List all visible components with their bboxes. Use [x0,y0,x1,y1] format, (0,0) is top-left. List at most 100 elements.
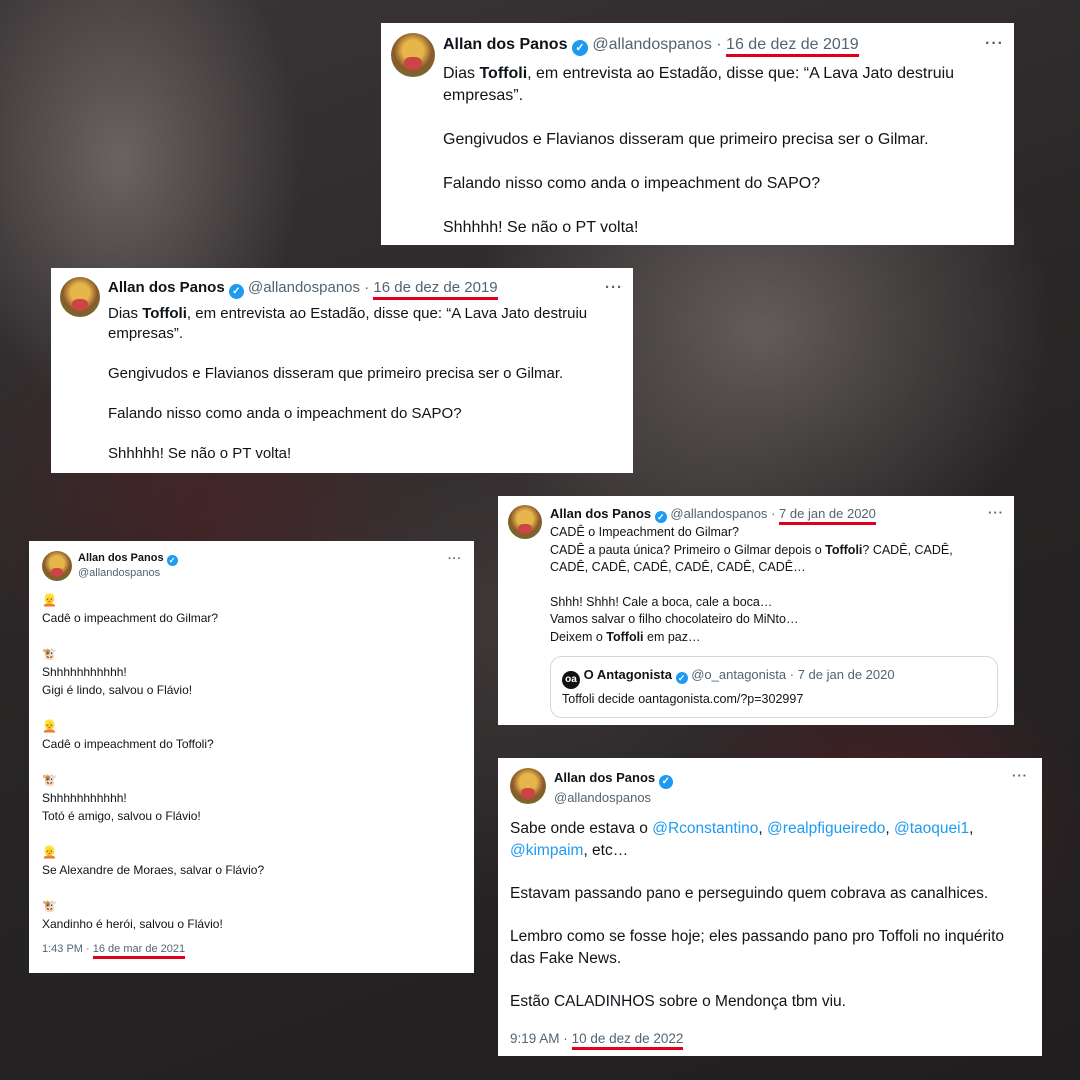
author-name[interactable]: Allan dos Panos [108,279,225,296]
tweet-header: Allan dos Panos ✓ @allandospanos · 7 de … [550,506,876,525]
tweet-date[interactable]: 7 de jan de 2020 [779,506,876,525]
tweet-time[interactable]: 9:19 AM [510,1031,560,1046]
text: CADÊ, CADÊ, CADÊ, CADÊ, CADÊ, CADÊ… [550,560,806,574]
author-name[interactable]: Allan dos Panos [554,770,655,785]
text: Shhhhhhhhhhh! [42,665,127,679]
tweet-card[interactable]: Allan dos Panos ✓ @allandospanos · 16 de… [381,23,1014,245]
tweet-date[interactable]: 16 de dez de 2019 [726,36,859,57]
tweet-date[interactable]: 10 de dez de 2022 [571,1031,684,1050]
verified-badge-icon: ✓ [166,555,178,566]
tweet-card[interactable]: Allan dos Panos ✓ @allandospanos · 7 de … [498,496,1014,725]
quoted-author-handle[interactable]: @o_antagonista [691,667,786,682]
tweet-text: 👱 Cadê o impeachment do Gilmar? 🐮 Shhhhh… [42,591,462,933]
more-options-icon[interactable]: ··· [988,505,1004,520]
verified-badge-icon: ✓ [228,284,244,299]
author-name[interactable]: Allan dos Panos [443,36,567,53]
tweet-text: Dias Toffoli, em entrevista ao Estadão, … [108,304,623,464]
text: Se Alexandre de Moraes, salvar o Flávio? [42,863,265,877]
tweet-card[interactable]: Allan dos Panos ✓ @allandospanos ··· 👱 C… [29,541,474,973]
text: das Fake News. [510,950,622,967]
more-options-icon[interactable]: ··· [985,35,1004,53]
cow-face-emoji-icon: 🐮 [42,773,57,787]
text: CADÊ o Impeachment do Gilmar? [550,525,739,539]
verified-badge-icon: ✓ [658,775,673,789]
bold-text: Toffoli [142,305,187,322]
tweet-text: CADÊ o Impeachment do Gilmar? CADÊ a pau… [550,524,1005,646]
mention-link[interactable]: @taoquei1 [894,820,969,837]
avatar[interactable] [42,551,72,581]
text: Cadê o impeachment do Gilmar? [42,611,219,625]
text: Estão CALADINHOS sobre o Mendonça tbm vi… [510,993,846,1010]
text: Shhhhh! Se não o PT volta! [443,219,639,236]
text: Dias [443,65,480,82]
more-options-icon[interactable]: ··· [605,279,623,296]
cow-face-emoji-icon: 🐮 [42,647,57,661]
author-handle[interactable]: @allandospanos [248,279,360,296]
tweet-date[interactable]: 16 de mar de 2021 [92,943,186,959]
text: ? CADÊ, CADÊ, [862,542,953,557]
bold-text: Toffoli [606,629,644,644]
tweet-card[interactable]: Allan dos Panos ✓ @allandospanos · 16 de… [51,268,633,473]
verified-badge-icon: ✓ [675,672,688,684]
tweet-text: Sabe onde estava o @Rconstantino, @realp… [510,818,1030,1013]
tweet-card[interactable]: Allan dos Panos ✓ @allandospanos ··· Sab… [498,758,1042,1056]
avatar[interactable] [391,33,435,77]
text: Deixem o [550,629,607,644]
text: Totó é amigo, salvou o Flávio! [42,809,201,823]
text: CADÊ a pauta única? Primeiro o Gilmar de… [550,542,826,557]
mention-link[interactable]: @kimpaim [510,842,583,859]
text: , [885,820,894,837]
text: , em entrevista ao Estadão, disse que: “… [186,305,588,322]
more-options-icon[interactable]: ··· [1012,768,1028,783]
verified-badge-icon: ✓ [654,511,667,523]
avatar[interactable] [510,768,546,804]
text: Vamos salvar o filho chocolateiro do MiN… [550,612,799,626]
mention-link[interactable]: @Rconstantino [652,820,758,837]
text: em paz… [643,629,701,644]
avatar[interactable] [60,277,100,317]
avatar[interactable] [508,505,542,539]
bold-text: Toffoli [825,542,863,557]
quoted-tweet[interactable]: oa O Antagonista ✓ @o_antagonista · 7 de… [550,656,998,718]
text: , em entrevista ao Estadão, disse que: “… [527,65,955,82]
tweet-header: Allan dos Panos ✓ @allandospanos · 16 de… [108,279,498,300]
blond-person-emoji-icon: 👱 [42,593,57,607]
separator: · [771,506,776,521]
author-handle[interactable]: @allandospanos [554,789,673,807]
bold-text: Toffoli [479,65,528,82]
blond-person-emoji-icon: 👱 [42,719,57,733]
text: Shhh! Shhh! Cale a boca, cale a boca… [550,594,773,609]
author-name[interactable]: Allan dos Panos [78,552,164,564]
separator: · [364,279,370,296]
text: Gigi é lindo, salvou o Flávio! [42,683,193,697]
author-handle[interactable]: @allandospanos [670,506,767,521]
text: empresas”. [443,87,524,104]
author-handle[interactable]: @allandospanos [78,566,178,580]
tweet-timestamp: 1:43 PM · 16 de mar de 2021 [42,943,186,959]
tweet-header: Allan dos Panos ✓ @allandospanos · 16 de… [443,36,859,57]
text: Dias [108,305,143,322]
tweet-time[interactable]: 1:43 PM [42,943,83,955]
tweet-text: Dias Toffoli, em entrevista ao Estadão, … [443,63,1003,239]
text: Gengivudos e Flavianos disseram que prim… [108,365,564,382]
text: Cadê o impeachment do Toffoli? [42,737,214,751]
cow-face-emoji-icon: 🐮 [42,899,57,913]
separator: · [789,667,795,682]
blond-person-emoji-icon: 👱 [42,845,57,859]
text: Sabe onde estava o [510,820,653,837]
quoted-tweet-date[interactable]: 7 de jan de 2020 [798,667,895,682]
tweet-date[interactable]: 16 de dez de 2019 [373,279,498,300]
verified-badge-icon: ✓ [571,40,588,56]
quoted-author-name[interactable]: O Antagonista [584,667,672,682]
quoted-tweet-text: Toffoli decide oantagonista.com/?p=30299… [562,692,804,706]
text: , etc… [583,842,629,859]
text: , [969,820,974,837]
tweet-header: Allan dos Panos ✓ @allandospanos [554,769,673,807]
tweet-header: Allan dos Panos ✓ @allandospanos [78,551,178,580]
more-options-icon[interactable]: ··· [448,553,462,565]
author-name[interactable]: Allan dos Panos [550,506,651,521]
text: Lembro como se fosse hoje; eles passando… [510,928,1005,945]
mention-link[interactable]: @realpfigueiredo [767,820,885,837]
author-handle[interactable]: @allandospanos [592,36,711,53]
text: , [758,820,768,837]
